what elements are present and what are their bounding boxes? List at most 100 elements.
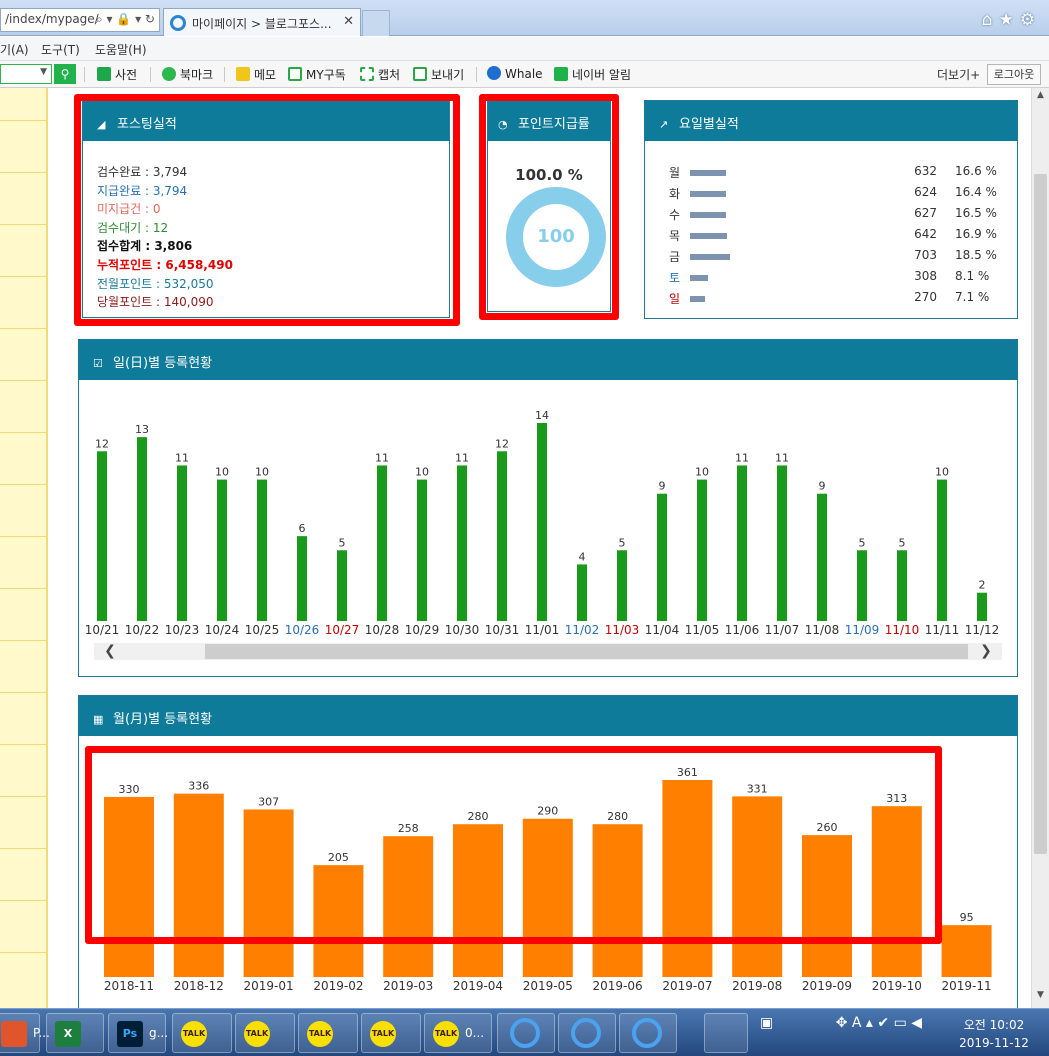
- system-tray: ▣ ✥ A ▴ ✔ ▭ ◀: [760, 1015, 922, 1031]
- x-axis-tick-label: 2019-07: [662, 979, 712, 993]
- bar-value-label: 205: [328, 851, 349, 864]
- settings-gear-icon[interactable]: ⚙: [1020, 10, 1041, 30]
- memo-icon: [236, 67, 250, 81]
- toolbar-send[interactable]: 보내기: [413, 66, 464, 83]
- taskbar-button[interactable]: X: [46, 1013, 104, 1053]
- chart-bar: [257, 479, 267, 621]
- chart-bar: [497, 451, 507, 621]
- x-axis-tick-label: 11/07: [765, 623, 800, 637]
- chart-bar: [777, 465, 787, 621]
- weekday-percent: 18.5 %: [955, 248, 997, 262]
- taskbar-button[interactable]: TALK: [172, 1013, 232, 1053]
- toolbar-naver-alert[interactable]: 네이버 알림: [554, 66, 631, 83]
- toolbar-my-subscription[interactable]: MY구독: [288, 66, 346, 83]
- clock-time: 오전 10:02: [963, 1018, 1025, 1032]
- logout-button[interactable]: 로그아웃: [987, 64, 1041, 85]
- system-clock[interactable]: 오전 10:02 2019-11-12: [948, 1016, 1040, 1052]
- posting-stat-line: 검수완료 : 3,794: [97, 165, 188, 179]
- x-axis-tick-label: 11/09: [845, 623, 880, 637]
- ie-favicon-icon: [170, 15, 186, 31]
- horizontal-scroll-thumb[interactable]: [205, 644, 968, 659]
- toolbar-memo[interactable]: 메모: [236, 66, 276, 83]
- donut-value: 100: [537, 226, 575, 247]
- taskbar-button[interactable]: TALK: [361, 1013, 421, 1053]
- chart-bar: [137, 437, 147, 621]
- taskbar-button-internet-explorer[interactable]: [497, 1013, 555, 1053]
- scroll-down-arrow-icon[interactable]: ▼: [1032, 990, 1049, 1006]
- address-bar[interactable]: /index/mypage/ ⌕ ▾ 🔒 ▾ ↻: [0, 8, 160, 32]
- x-axis-tick-label: 11/01: [525, 623, 560, 637]
- address-bar-icons[interactable]: ⌕ ▾ 🔒 ▾ ↻: [96, 12, 155, 27]
- menu-item-tools[interactable]: 도구(T): [41, 41, 80, 58]
- daily-chart-horizontal-scrollbar[interactable]: ❮ ❯: [94, 643, 1002, 660]
- windows-taskbar: ▣ ✥ A ▴ ✔ ▭ ◀ 오전 10:02 2019-11-12 P... X P…: [0, 1008, 1049, 1056]
- x-axis-tick-label: 11/03: [605, 623, 640, 637]
- menu-item-view[interactable]: 기(A): [0, 41, 29, 58]
- taskbar-button-internet-explorer[interactable]: [558, 1013, 616, 1053]
- bar-value-label: 9: [659, 480, 666, 493]
- chart-bar: [453, 824, 503, 977]
- new-tab-button[interactable]: [362, 10, 390, 36]
- toolbar-label: 네이버 알림: [572, 68, 632, 82]
- favorites-star-icon[interactable]: ★: [999, 10, 1020, 30]
- tray-expand-icon[interactable]: ▴: [866, 1015, 873, 1031]
- x-axis-tick-label: 2019-02: [313, 979, 363, 993]
- taskbar-button-internet-explorer[interactable]: [619, 1013, 677, 1053]
- posting-stat-line: 지급완료 : 3,794: [97, 183, 188, 198]
- network-icon[interactable]: ✥: [836, 1015, 848, 1031]
- page-vertical-scrollbar[interactable]: ▲ ▼: [1031, 88, 1049, 1008]
- weekday-label: 토: [669, 271, 681, 285]
- search-dropdown-icon[interactable]: ▼: [40, 67, 47, 77]
- scroll-up-arrow-icon[interactable]: ▲: [1032, 90, 1049, 106]
- monitor-icon[interactable]: ▭: [894, 1015, 907, 1031]
- bar-value-label: 5: [899, 536, 906, 549]
- taskbar-button[interactable]: TALK 0...: [424, 1013, 492, 1053]
- monthly-bar-chart: 330 2018-11 336 2018-12 307 2019-01 205 2019-02…: [104, 766, 992, 993]
- browser-title-bar: /index/mypage/ ⌕ ▾ 🔒 ▾ ↻ 마이페이지 > 블로그포스..…: [0, 0, 1049, 36]
- bar-value-label: 95: [960, 911, 974, 924]
- toolbar-more-button[interactable]: 더보기+: [937, 66, 980, 83]
- bar-value-label: 290: [537, 805, 558, 818]
- taskbar-button[interactable]: TALK: [235, 1013, 295, 1053]
- chart-bar: [104, 796, 154, 977]
- scroll-right-arrow-icon[interactable]: ❯: [976, 643, 996, 660]
- x-axis-tick-label: 2019-10: [872, 979, 922, 993]
- toolbar-capture[interactable]: 캡처: [360, 66, 400, 83]
- sidebar-divider: [0, 848, 46, 849]
- tab-close-icon[interactable]: ✕: [343, 14, 354, 29]
- naver-search-button[interactable]: ⚲: [54, 64, 76, 84]
- chart-bar: [377, 465, 387, 621]
- security-icon[interactable]: ✔: [877, 1015, 889, 1031]
- weekday-bar: [690, 275, 708, 281]
- toolbar-divider: [476, 67, 477, 82]
- menu-item-help[interactable]: 도움말(H): [95, 41, 147, 58]
- chart-bar: [177, 465, 187, 621]
- bar-value-label: 313: [886, 792, 907, 805]
- weekday-stats-panel: ↗ 요일별실적 월 632 16.6 % 화 624 16.4 % 수 627 16.5 % 목 64…: [644, 100, 1018, 319]
- toolbar-dictionary[interactable]: 사전: [97, 66, 137, 83]
- scroll-left-arrow-icon[interactable]: ❮: [100, 643, 120, 660]
- toolbar-bookmark[interactable]: 북마크: [162, 66, 213, 83]
- taskbar-button-window-switcher[interactable]: [704, 1013, 748, 1053]
- x-axis-tick-label: 10/30: [445, 623, 480, 637]
- x-axis-tick-label: 11/12: [965, 623, 1000, 637]
- taskbar-button[interactable]: Ps g...: [108, 1013, 168, 1053]
- home-icon[interactable]: ⌂: [982, 10, 999, 30]
- sidebar-divider: [0, 796, 46, 797]
- menu-bar: 기(A) 도구(T) 도움말(H): [0, 37, 1049, 61]
- browser-tab-mypage[interactable]: 마이페이지 > 블로그포스... ✕: [163, 8, 361, 36]
- taskbar-button[interactable]: TALK: [298, 1013, 358, 1053]
- taskbar-button-label: 0...: [465, 1026, 485, 1040]
- toolbar-whale[interactable]: Whale: [487, 66, 543, 81]
- desktop-icon[interactable]: ▣: [760, 1015, 773, 1031]
- tab-title: 마이페이지 > 블로그포스...: [192, 17, 332, 31]
- input-method-indicator[interactable]: A: [852, 1015, 862, 1031]
- volume-icon[interactable]: ◀: [911, 1015, 922, 1031]
- toolbar-label: MY구독: [306, 68, 346, 82]
- scroll-thumb[interactable]: [1034, 174, 1047, 854]
- chart-bar: [617, 550, 627, 621]
- excel-icon: X: [55, 1021, 81, 1047]
- toolbar-label: 메모: [254, 68, 277, 82]
- naver-search-input[interactable]: ▼: [0, 64, 52, 84]
- taskbar-button[interactable]: P...: [0, 1013, 50, 1053]
